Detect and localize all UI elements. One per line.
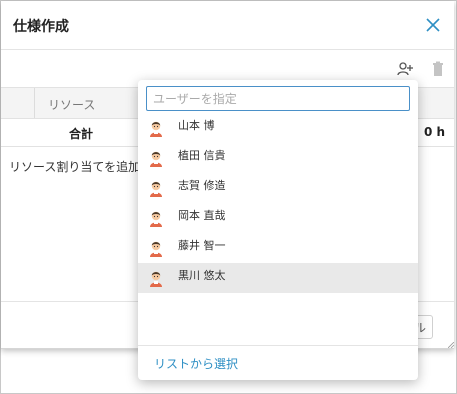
user-list-item[interactable]: 岡本 直哉 [138,203,418,233]
user-avatar-icon [150,151,162,167]
total-label: 合計 [69,127,94,141]
add-person-icon[interactable] [396,60,414,78]
dialog-title: 仕様作成 [13,19,69,35]
user-avatar-icon [150,181,162,197]
resize-grip-icon[interactable] [448,342,454,348]
select-from-list-link[interactable]: リストから選択 [154,355,238,372]
column-header-resource: リソース [48,98,96,112]
column-separator [34,88,35,118]
user-list-item[interactable]: 山本 博 [138,118,418,143]
user-name: 黒川 悠太 [178,269,226,282]
user-avatar-icon [150,271,162,287]
empty-assignment-message: リソース割り当てを追加 [9,160,141,174]
user-avatar-icon [150,241,162,257]
user-avatar-icon [150,121,162,137]
user-list-item[interactable]: 植田 信貴 [138,143,418,173]
user-avatar-icon [150,211,162,227]
user-name: 志賀 修造 [178,179,226,192]
user-picker-popup: 山本 博植田 信貴志賀 修造岡本 直哉藤井 智一黒川 悠太 リストから選択 [138,80,418,380]
user-name: 岡本 直哉 [178,209,226,222]
trash-icon[interactable] [431,61,445,77]
user-name: 植田 信貴 [178,149,226,162]
total-hours: 0 h [424,125,446,139]
user-search-input[interactable] [146,86,410,111]
dialog-header: 仕様作成 [1,1,454,50]
popup-divider [138,345,418,346]
user-name: 藤井 智一 [178,239,226,252]
user-name: 山本 博 [178,119,215,132]
user-list[interactable]: 山本 博植田 信貴志賀 修造岡本 直哉藤井 智一黒川 悠太 [138,118,418,344]
user-list-item[interactable]: 藤井 智一 [138,233,418,263]
user-list-item[interactable]: 志賀 修造 [138,173,418,203]
user-list-item[interactable]: 黒川 悠太 [138,263,418,293]
close-icon[interactable] [424,16,442,34]
